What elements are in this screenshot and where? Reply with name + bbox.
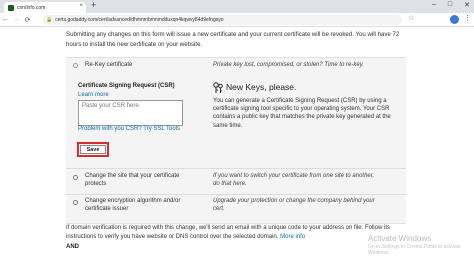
change-site-label: Change the site that your certificate pr… — [85, 173, 180, 187]
minimize-icon[interactable]: – — [432, 1, 436, 9]
tab-close-icon[interactable]: × — [79, 3, 83, 9]
browser-toolbar: ← → ⟳ 🔒 certs.godaddy.com/cert/advanced/… — [0, 13, 474, 27]
csr-input[interactable] — [78, 100, 183, 126]
change-encryption-radio[interactable] — [73, 200, 78, 205]
activate-windows-title: Activate Windows — [368, 234, 432, 243]
rekey-description: Private key lost, compromised, or stolen… — [213, 62, 364, 68]
change-encryption-description: Upgrade your protection or change the co… — [213, 198, 375, 212]
back-icon[interactable]: ← — [0, 16, 11, 23]
learn-more-link[interactable]: Learn more — [78, 92, 109, 98]
bookmark-star-icon[interactable]: ☆ — [408, 14, 414, 22]
site-favicon-icon — [8, 4, 14, 11]
verification-body: If domain verification is required with … — [66, 225, 390, 240]
rekey-radio[interactable] — [73, 63, 78, 68]
close-window-icon[interactable]: ✕ — [464, 1, 470, 9]
address-bar[interactable]: 🔒 certs.godaddy.com/cert/advanced/dhmnmb… — [42, 15, 402, 25]
reload-icon[interactable]: ⟳ — [22, 16, 33, 24]
forward-icon[interactable]: → — [11, 16, 22, 23]
tab-title: cnn/info.com — [17, 4, 46, 11]
rekey-label: Re-Key certificate — [85, 62, 133, 68]
intro-text: Submitting any changes on this form will… — [66, 31, 400, 48]
profile-avatar-icon[interactable] — [450, 15, 459, 24]
change-site-description: If you want to switch your certificate f… — [213, 173, 375, 187]
option-divider — [66, 194, 406, 195]
more-info-link[interactable]: More info — [280, 234, 305, 240]
url-text: certs.godaddy.com/cert/advanced/dhmnmbmn… — [55, 17, 224, 23]
new-tab-button[interactable]: + — [91, 0, 96, 10]
window-controls: – □ ✕ — [432, 1, 470, 9]
maximize-icon[interactable]: □ — [448, 1, 452, 9]
ssl-tools-link[interactable]: Problem with you CSR? Try SSL Tools — [78, 126, 180, 132]
browser-tab[interactable]: cnn/info.com × — [4, 2, 86, 13]
tab-bar: cnn/info.com × + – □ ✕ — [0, 0, 474, 13]
change-site-radio[interactable] — [73, 175, 78, 180]
csr-title: Certificate Signing Request (CSR) — [78, 83, 175, 89]
save-button[interactable]: Save — [80, 145, 106, 154]
lock-icon: 🔒 — [46, 17, 53, 23]
menu-dots-icon[interactable]: ⋮ — [464, 14, 471, 22]
verification-text: If domain verification is required with … — [66, 224, 406, 241]
option-divider — [66, 168, 406, 169]
change-encryption-label: Change encryption algorithm and/or certi… — [85, 198, 181, 212]
keys-icon — [213, 82, 223, 93]
new-keys-text: You can generate a Certificate Signing R… — [213, 98, 391, 129]
new-keys-heading: New Keys, please. — [226, 82, 297, 92]
activate-windows-subtitle: Go to Settings in Control Panel to activ… — [368, 244, 461, 256]
and-label: AND — [66, 244, 79, 250]
